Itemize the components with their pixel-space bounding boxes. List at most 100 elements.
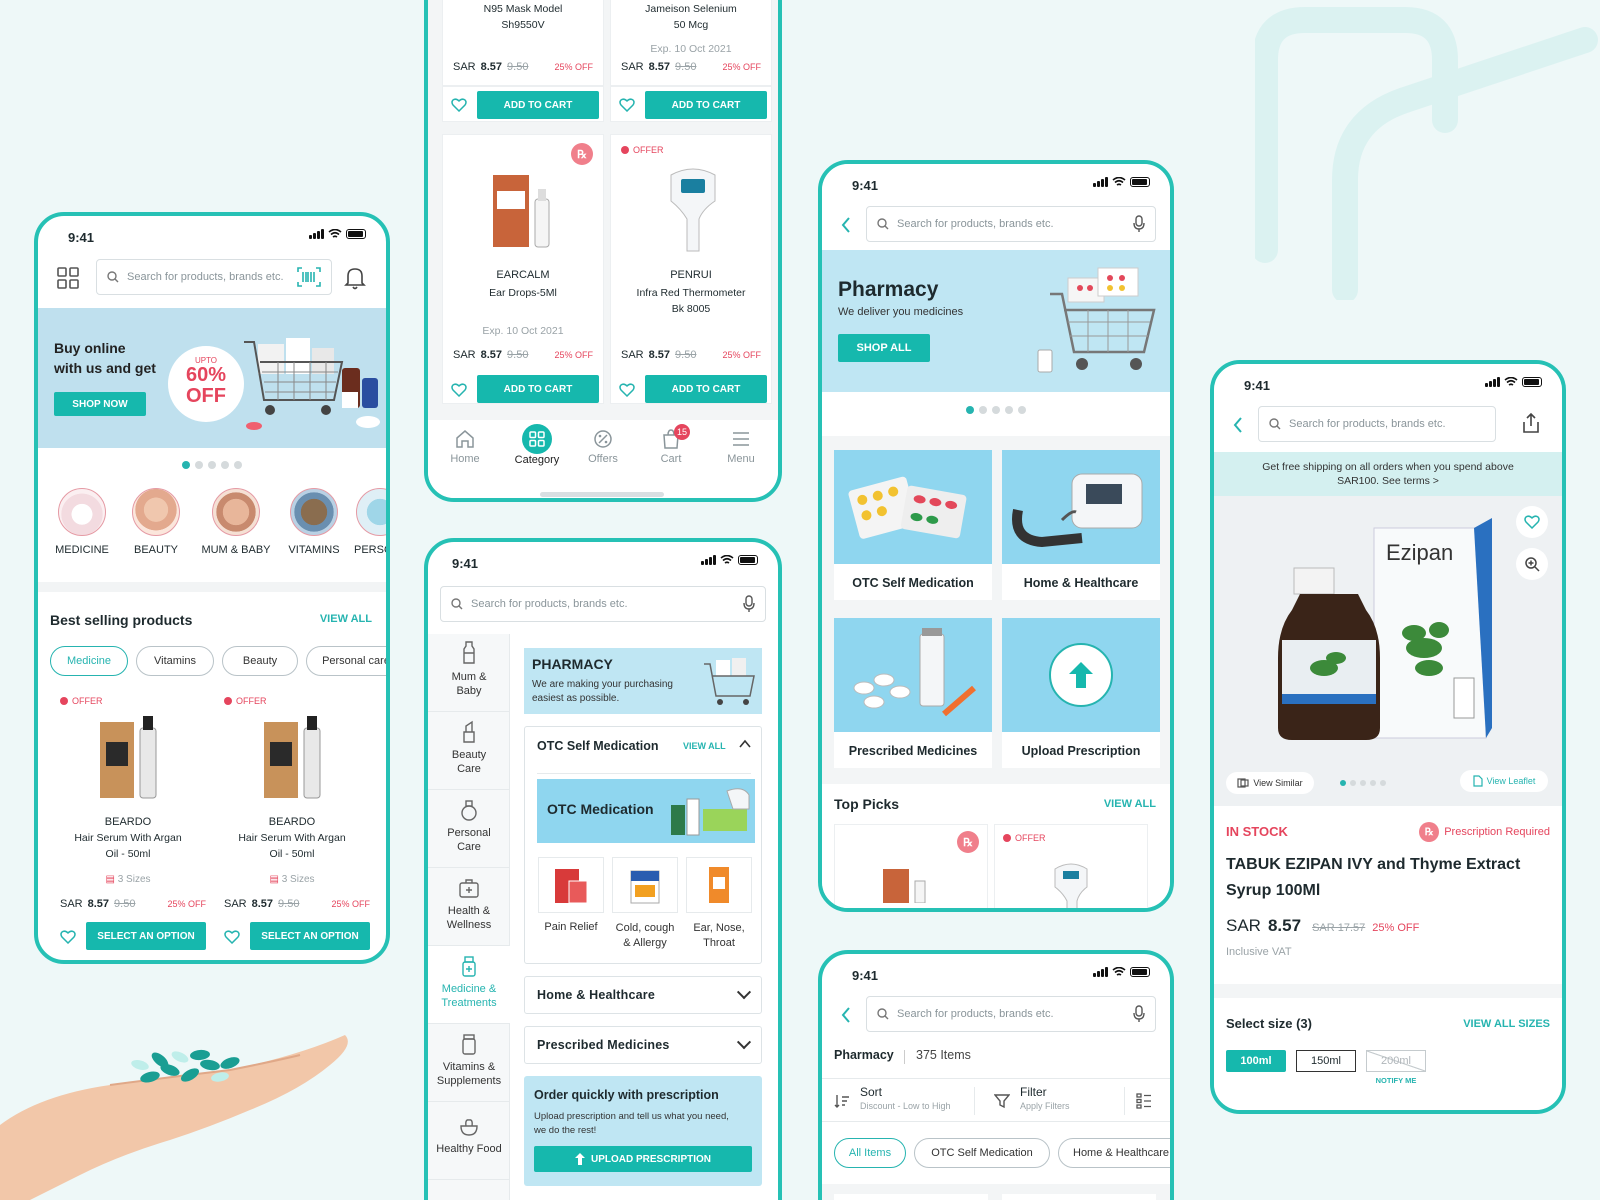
sort-button[interactable]: Sort Discount - Low to High (834, 1085, 964, 1117)
product-card[interactable]: N95 Mask Model Sh9550V SAR 8.57 9.50 25% OF… (442, 0, 604, 86)
notify-me-link[interactable]: NOTIFY ME (1366, 1076, 1426, 1085)
pharmacy-banner[interactable]: PHARMACY We are making your purchasing e… (524, 648, 762, 714)
upload-prescription-button[interactable]: UPLOAD PRESCRIPTION (534, 1146, 752, 1172)
wishlist-heart-icon[interactable] (619, 98, 635, 112)
view-all-link[interactable]: VIEW ALL (320, 613, 372, 625)
share-icon[interactable] (1520, 412, 1542, 434)
top-pick-card[interactable]: OFFER (994, 824, 1148, 908)
product-card[interactable]: OFFER BEARDO Hair Serum With Argan Oil -… (214, 690, 370, 954)
nav-offers[interactable]: Offers (578, 428, 628, 465)
top-picks-view-all[interactable]: VIEW ALL (1104, 798, 1156, 810)
category-beauty[interactable]: BEAUTY (120, 488, 192, 556)
accordion-home-healthcare[interactable]: Home & Healthcare (524, 976, 762, 1014)
pharmacy-hero-banner[interactable]: Pharmacy We deliver you medicines SHOP A… (822, 250, 1170, 392)
add-to-cart-button[interactable]: ADD TO CART (645, 91, 767, 119)
chip-home-healthcare[interactable]: Home & Healthcare (1058, 1138, 1170, 1168)
gallery-pagination[interactable] (1340, 780, 1386, 786)
zoom-button[interactable] (1516, 548, 1548, 580)
ent-pack-image (709, 867, 729, 903)
chip-all-items[interactable]: All Items (834, 1138, 906, 1168)
otc-header-title[interactable]: OTC Self Medication (537, 739, 659, 753)
shop-all-button[interactable]: SHOP ALL (838, 334, 930, 362)
nav-menu[interactable]: Menu (716, 428, 766, 465)
category-mum-baby[interactable]: MUM & BABY (194, 488, 278, 556)
product-card[interactable]: OFFER BEARDO Hair Serum With Argan Oil -… (50, 690, 206, 954)
view-similar-button[interactable]: View Similar (1226, 772, 1314, 794)
back-arrow-icon[interactable] (1232, 416, 1244, 434)
microphone-icon[interactable] (1133, 1005, 1145, 1023)
wishlist-heart-icon[interactable] (451, 383, 467, 397)
otc-medication-banner[interactable]: OTC Medication (537, 779, 755, 843)
search-input[interactable]: Search for products, brands etc. (440, 586, 766, 622)
listing-card[interactable] (834, 1194, 988, 1200)
shipping-banner[interactable]: Get free shipping on all orders when you… (1214, 452, 1562, 496)
back-arrow-icon[interactable] (840, 1006, 852, 1024)
wishlist-heart-icon[interactable] (451, 98, 467, 112)
chip-otc-self-medication[interactable]: OTC Self Medication (914, 1138, 1050, 1168)
size-option-150ml[interactable]: 150ml (1296, 1050, 1356, 1072)
chevron-up-icon[interactable] (739, 739, 751, 749)
size-option-100ml[interactable]: 100ml (1226, 1050, 1286, 1072)
product-card[interactable]: OFFER PENRUI Infra Red Thermometer Bk 80… (610, 134, 772, 404)
subcategory-cold-cough[interactable]: Cold, cough & Allergy (611, 857, 679, 951)
sidebar-item-healthy-food[interactable]: Healthy Food (428, 1102, 510, 1180)
category-personal[interactable]: PERSO (350, 488, 386, 556)
view-leaflet-button[interactable]: View Leaflet (1460, 770, 1548, 792)
sidebar-item-personal-care[interactable]: Personal Care (428, 790, 510, 868)
sidebar-item-medicine-treatments[interactable]: Medicine & Treatments (428, 946, 510, 1024)
view-all-sizes-link[interactable]: VIEW ALL SIZES (1463, 1018, 1550, 1030)
hero-pagination[interactable] (822, 406, 1170, 414)
shop-now-button[interactable]: SHOP NOW (54, 392, 146, 416)
sidebar-item-mum-baby[interactable]: Mum & Baby (428, 634, 510, 712)
microphone-icon[interactable] (1133, 215, 1145, 233)
tile-upload-prescription[interactable]: Upload Prescription (1002, 618, 1160, 768)
wishlist-heart-icon[interactable] (619, 383, 635, 397)
barcode-scan-icon[interactable] (297, 267, 321, 287)
tile-otc-self-medication[interactable]: OTC Self Medication (834, 450, 992, 600)
filter-button[interactable]: Filter Apply Filters (994, 1085, 1114, 1117)
select-option-button[interactable]: SELECT AN OPTION (250, 922, 370, 950)
promo-banner[interactable]: Buy online with us and get SHOP NOW UPTO… (38, 308, 386, 448)
grid-menu-icon[interactable] (56, 266, 80, 290)
top-pick-card[interactable]: ℞ (834, 824, 988, 908)
tile-prescribed-medicines[interactable]: Prescribed Medicines (834, 618, 992, 768)
sidebar-item-vitamins-supplements[interactable]: Vitamins & Supplements (428, 1024, 510, 1102)
wishlist-button[interactable] (1516, 506, 1548, 538)
nav-category[interactable]: Category (506, 424, 568, 466)
otc-view-all-link[interactable]: VIEW ALL (683, 741, 726, 751)
accordion-prescribed-medicines[interactable]: Prescribed Medicines (524, 1026, 762, 1064)
nav-cart[interactable]: 15 Cart (646, 424, 696, 465)
chip-medicine[interactable]: Medicine (50, 646, 128, 676)
chip-personal-care[interactable]: Personal care (306, 646, 386, 676)
search-input[interactable]: Search for products, brands etc. (866, 206, 1156, 242)
tile-home-healthcare[interactable]: Home & Healthcare (1002, 450, 1160, 600)
add-to-cart-button[interactable]: ADD TO CART (477, 375, 599, 403)
search-input[interactable]: Search for products, brands etc. (96, 259, 332, 295)
chip-vitamins[interactable]: Vitamins (136, 646, 214, 676)
nav-home[interactable]: Home (440, 428, 490, 465)
search-input[interactable]: Search for products, brands etc. (866, 996, 1156, 1032)
microphone-icon[interactable] (743, 595, 755, 613)
wishlist-heart-icon[interactable] (224, 930, 240, 944)
subcategory-pain-relief[interactable]: Pain Relief (537, 857, 605, 933)
product-card[interactable]: ℞ EARCALM Ear Drops-5Ml Exp. 10 Oct 2021… (442, 134, 604, 404)
size-option-200ml-unavailable[interactable]: 200ml (1366, 1050, 1426, 1072)
list-view-toggle-icon[interactable] (1136, 1093, 1152, 1109)
wishlist-heart-icon[interactable] (60, 930, 76, 944)
select-option-button[interactable]: SELECT AN OPTION (86, 922, 206, 950)
listing-card[interactable] (1002, 1194, 1156, 1200)
sidebar-item-beauty-care[interactable]: Beauty Care (428, 712, 510, 790)
add-to-cart-button[interactable]: ADD TO CART (477, 91, 599, 119)
category-medicine[interactable]: MEDICINE (46, 488, 118, 556)
product-card[interactable]: Jameison Selenium 50 Mcg Exp. 10 Oct 202… (610, 0, 772, 86)
search-input[interactable]: Search for products, brands etc. (1258, 406, 1496, 442)
banner-pagination[interactable] (38, 461, 386, 469)
chip-beauty[interactable]: Beauty (222, 646, 298, 676)
sidebar-item-health-wellness[interactable]: Health & Wellness (428, 868, 510, 946)
nav-label: Category (514, 454, 560, 466)
back-arrow-icon[interactable] (840, 216, 852, 234)
add-to-cart-button[interactable]: ADD TO CART (645, 375, 767, 403)
notification-bell-icon[interactable] (344, 266, 366, 290)
subcategory-ear-nose-throat[interactable]: Ear, Nose, Throat (685, 857, 753, 951)
category-vitamins[interactable]: VITAMINS (278, 488, 350, 556)
